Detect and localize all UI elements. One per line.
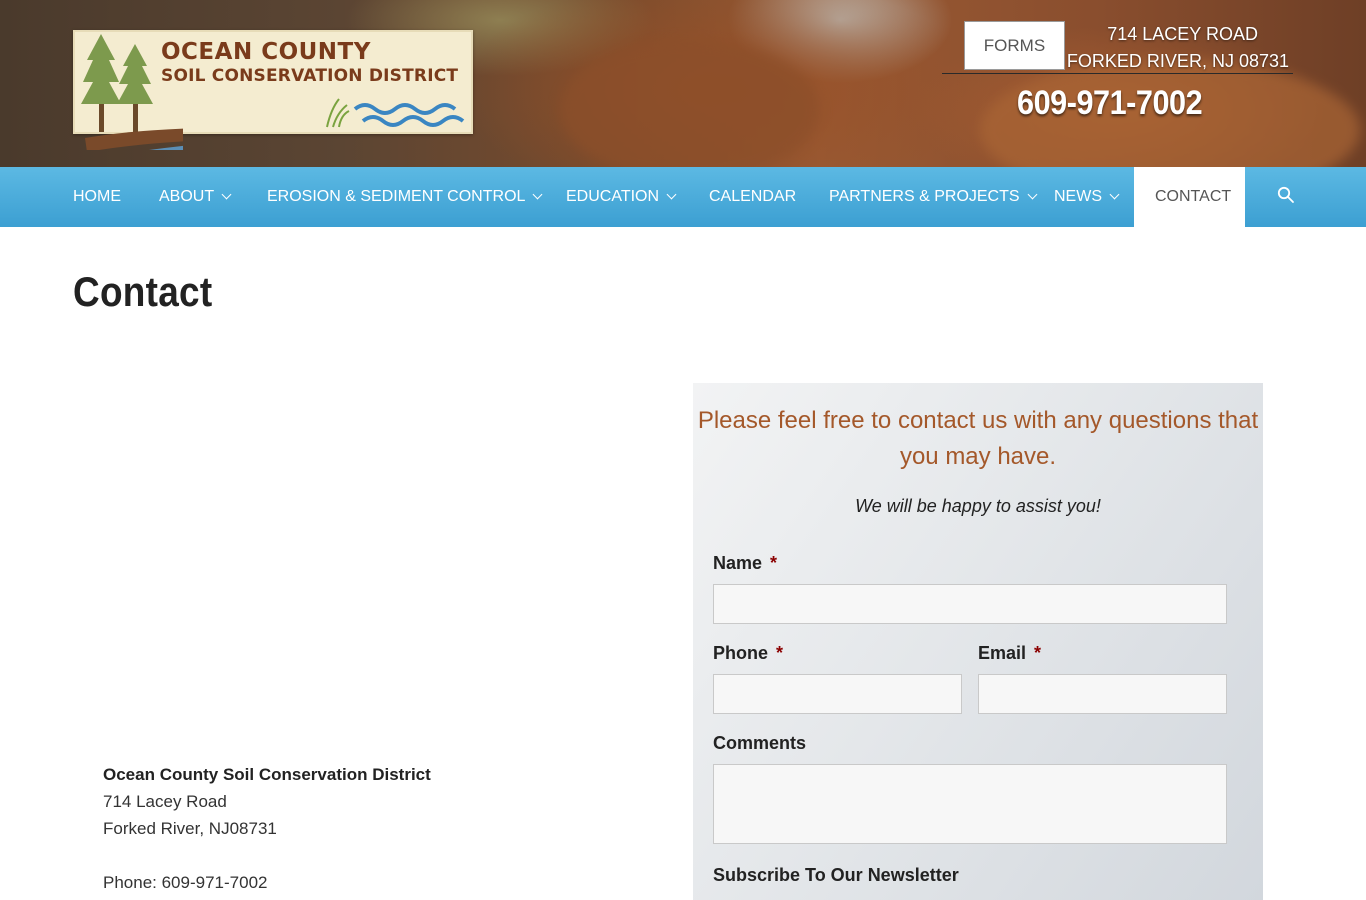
header-phone[interactable]: 609-971-7002 xyxy=(1017,84,1203,123)
chevron-down-icon xyxy=(1109,189,1120,199)
phone-label-text: Phone xyxy=(713,643,769,663)
nav-item-about[interactable]: ABOUT xyxy=(159,167,232,227)
comments-label: Comments xyxy=(713,733,807,753)
nav-item-label: ABOUT xyxy=(159,188,215,205)
comments-textarea[interactable] xyxy=(713,764,1227,844)
header-divider xyxy=(942,73,1293,74)
phone-label: Phone * xyxy=(713,643,783,664)
header-address-line2: FORKED RIVER, NJ 08731 xyxy=(1066,51,1289,71)
logo-title-line2: SOIL CONSERVATION DISTRICT xyxy=(161,66,459,86)
nav-item-calendar[interactable]: CALENDAR xyxy=(709,167,796,227)
nav-item-news[interactable]: NEWS xyxy=(1054,167,1120,227)
email-field[interactable] xyxy=(978,674,1227,714)
nav-item-label: EDUCATION xyxy=(566,188,660,205)
site-header: OCEAN COUNTY SOIL CONSERVATION DISTRICT … xyxy=(0,0,1366,167)
nav-item-label: CALENDAR xyxy=(709,188,797,205)
header-address-line1: 714 LACEY ROAD xyxy=(1107,24,1258,44)
email-label: Email * xyxy=(978,643,1041,664)
name-field[interactable] xyxy=(713,584,1227,624)
chevron-down-icon xyxy=(1027,189,1038,199)
page-title: Contact xyxy=(73,268,213,315)
nav-item-label: NEWS xyxy=(1054,188,1102,205)
search-icon[interactable] xyxy=(1277,186,1295,204)
nav-item-label: CONTACT xyxy=(1155,188,1232,205)
contact-form: Please feel free to contact us with any … xyxy=(693,383,1263,900)
form-heading: Please feel free to contact us with any … xyxy=(697,407,1259,470)
chevron-down-icon xyxy=(666,189,677,199)
nav-item-contact[interactable]: CONTACT xyxy=(1134,167,1245,227)
forms-button[interactable]: FORMS xyxy=(964,21,1065,70)
required-mark: * xyxy=(770,553,778,573)
phone-field[interactable] xyxy=(713,674,962,714)
contact-street: 714 Lacey Road xyxy=(103,792,227,811)
required-mark: * xyxy=(1034,643,1042,663)
form-subheading: We will be happy to assist you! xyxy=(855,496,1101,516)
nav-item-label: EROSION & SEDIMENT CONTROL xyxy=(267,188,526,205)
nav-item-education[interactable]: EDUCATION xyxy=(566,167,677,227)
waves-grass-icon xyxy=(326,98,465,128)
nav-item-partners-projects[interactable]: PARTNERS & PROJECTS xyxy=(829,167,1038,227)
nav-item-label: HOME xyxy=(73,188,121,205)
chevron-down-icon xyxy=(221,189,232,199)
contact-phone[interactable]: Phone: 609-971-7002 xyxy=(103,873,267,893)
name-label: Name * xyxy=(713,553,777,574)
contact-organization-name: Ocean County Soil Conservation District xyxy=(103,765,431,784)
newsletter-label: Subscribe To Our Newsletter xyxy=(713,865,959,885)
chevron-down-icon xyxy=(532,189,543,199)
required-mark: * xyxy=(776,643,784,663)
contact-city: Forked River, NJ08731 xyxy=(103,819,277,838)
email-label-text: Email xyxy=(978,643,1027,663)
site-logo[interactable]: OCEAN COUNTY SOIL CONSERVATION DISTRICT xyxy=(73,30,473,150)
logo-title-line1: OCEAN COUNTY xyxy=(161,39,371,65)
main-navigation: HOME ABOUT EROSION & SEDIMENT CONTROL ED… xyxy=(0,167,1366,227)
nav-item-home[interactable]: HOME xyxy=(73,167,121,227)
header-background-decor xyxy=(560,40,820,167)
name-label-text: Name xyxy=(713,553,763,573)
nav-item-erosion-sediment-control[interactable]: EROSION & SEDIMENT CONTROL xyxy=(267,167,543,227)
nav-item-label: PARTNERS & PROJECTS xyxy=(829,188,1020,205)
